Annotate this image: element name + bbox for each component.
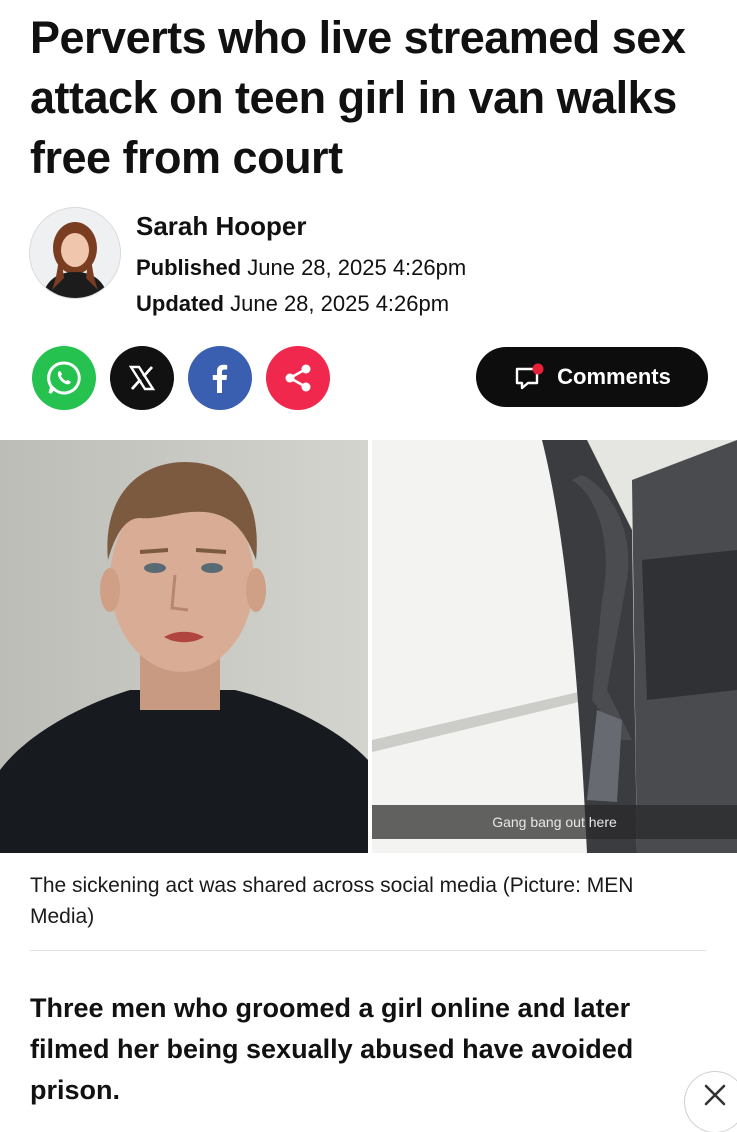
image-overlay-text: Gang bang out here: [372, 805, 737, 839]
mugshot-photo: [0, 440, 368, 853]
article-image[interactable]: Gang bang out here: [0, 440, 737, 853]
van-photo: Gang bang out here: [372, 440, 737, 853]
published-label: Published: [136, 255, 242, 280]
whatsapp-share-button[interactable]: [32, 346, 96, 410]
author-name[interactable]: Sarah Hooper: [136, 211, 307, 242]
facebook-icon: [212, 364, 228, 393]
facebook-share-button[interactable]: [188, 346, 252, 410]
whatsapp-icon: [47, 361, 81, 395]
article-headline: Perverts who live streamed sex attack on…: [30, 12, 686, 183]
image-caption: The sickening act was shared across soci…: [30, 874, 634, 928]
author-avatar[interactable]: [30, 208, 120, 298]
comment-bubble-icon: [515, 363, 544, 390]
updated-line: Updated June 28, 2025 4:26pm: [136, 291, 449, 317]
updated-date: June 28, 2025 4:26pm: [230, 291, 450, 316]
published-date: June 28, 2025 4:26pm: [247, 255, 467, 280]
close-ad-button[interactable]: [685, 1072, 737, 1132]
author-photo: [30, 208, 120, 298]
comments-button[interactable]: Comments: [476, 347, 708, 407]
share-bar: Comments: [32, 346, 712, 412]
x-icon: [128, 365, 156, 391]
updated-label: Updated: [136, 291, 224, 316]
divider: [30, 950, 706, 951]
share-button[interactable]: [266, 346, 330, 410]
share-icon: [285, 364, 311, 392]
x-share-button[interactable]: [110, 346, 174, 410]
mugshot-illustration: [0, 440, 368, 853]
published-line: Published June 28, 2025 4:26pm: [136, 255, 466, 281]
van-illustration: [372, 440, 737, 853]
comments-label: Comments: [557, 364, 671, 389]
close-icon: [704, 1084, 726, 1106]
byline: Sarah Hooper Published June 28, 2025 4:2…: [30, 205, 710, 316]
article-lede: Three men who groomed a girl online and …: [30, 993, 634, 1105]
